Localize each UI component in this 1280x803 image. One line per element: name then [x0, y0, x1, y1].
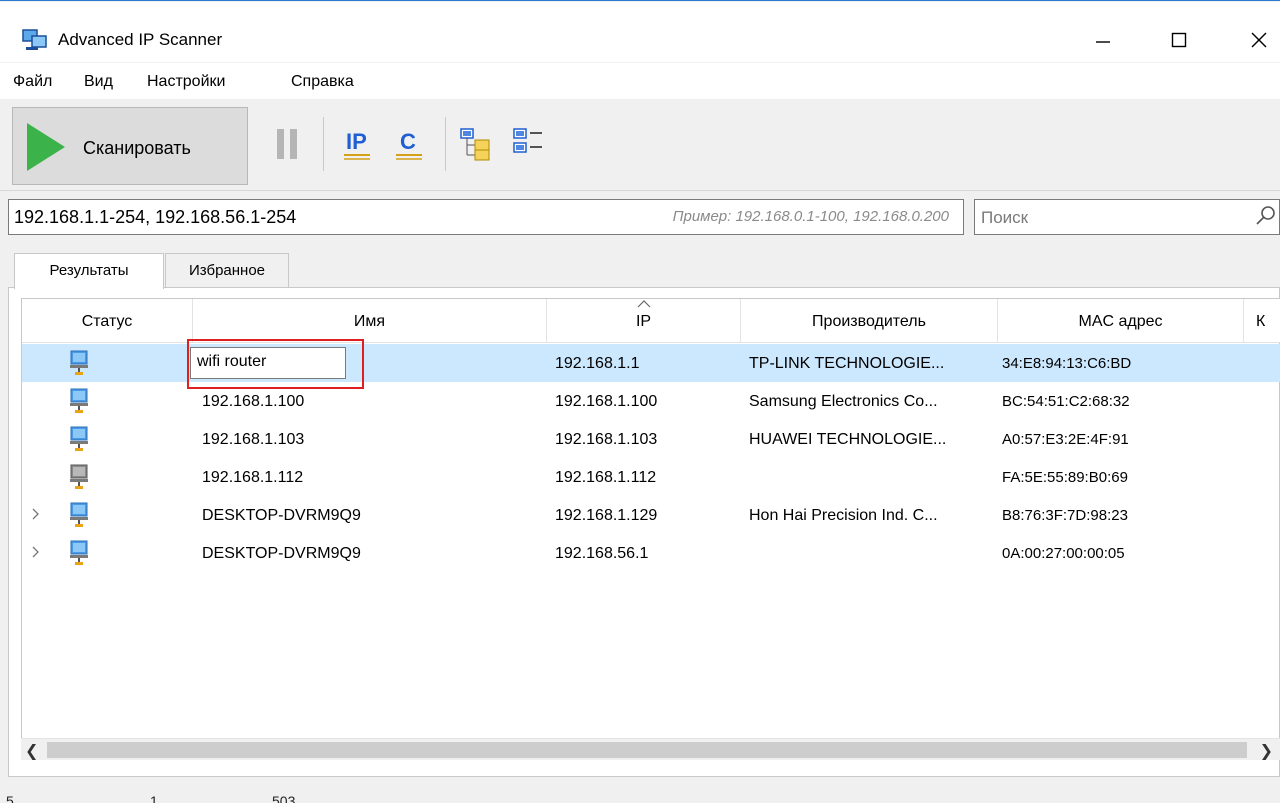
table-row[interactable]: wifi router 192.168.1.1 TP-LINK TECHNOLO…	[22, 344, 1280, 382]
ip-label: IP	[346, 129, 367, 154]
app-window: Advanced IP Scanner Файл Вид Настройки С…	[0, 0, 1280, 803]
status-bar: 5 1 503	[0, 789, 1280, 803]
ip-range-hint: Пример: 192.168.0.1-100, 192.168.0.200	[672, 208, 949, 225]
cell-name: 192.168.1.112	[202, 469, 304, 486]
host-online-icon	[70, 540, 88, 565]
name-edit-field[interactable]: wifi router	[190, 347, 346, 379]
table-row[interactable]: 192.168.1.100 192.168.1.100 Samsung Elec…	[22, 382, 1280, 420]
table-row[interactable]: 192.168.1.112 192.168.1.112 FA:5E:55:89:…	[22, 458, 1280, 496]
scroll-right-icon[interactable]: ❯	[1260, 741, 1273, 761]
cell-name: 192.168.1.103	[202, 431, 305, 448]
toolbar-separator	[323, 117, 324, 171]
c-scan-icon[interactable]: C	[394, 127, 424, 161]
host-online-icon	[70, 388, 88, 413]
cell-manufacturer: HUAWEI TECHNOLOGIE...	[749, 431, 947, 448]
menu-view[interactable]: Вид	[84, 73, 113, 91]
toolbar: Сканировать IP C	[0, 99, 1280, 191]
table-row[interactable]: 192.168.1.103 192.168.1.103 HUAWEI TECHN…	[22, 420, 1280, 458]
table-row[interactable]: DESKTOP-DVRM9Q9 192.168.56.1 0A:00:27:00…	[22, 534, 1280, 572]
menu-settings[interactable]: Настройки	[147, 73, 225, 91]
pause-icon[interactable]	[275, 127, 299, 161]
status-part-3: 503	[272, 793, 296, 803]
tab-results[interactable]: Результаты	[14, 253, 164, 289]
toolbar-separator	[445, 117, 446, 171]
cell-name: DESKTOP-DVRM9Q9	[202, 507, 361, 524]
search-input[interactable]: Поиск	[974, 199, 1280, 235]
cell-mac: A0:57:E3:2E:4F:91	[1002, 431, 1129, 448]
c-label: C	[400, 129, 416, 154]
cell-mac: FA:5E:55:89:B0:69	[1002, 469, 1128, 486]
search-icon[interactable]	[1255, 204, 1277, 230]
table-row[interactable]: DESKTOP-DVRM9Q9 192.168.1.129 Hon Hai Pr…	[22, 496, 1280, 534]
cell-ip: 192.168.1.103	[555, 431, 658, 448]
status-part-2: 1	[150, 793, 158, 803]
menu-bar: Файл Вид Настройки Справка	[0, 63, 1280, 99]
cell-mac: B8:76:3F:7D:98:23	[1002, 507, 1128, 524]
minimize-button[interactable]	[1080, 20, 1126, 60]
scan-button[interactable]: Сканировать	[12, 107, 248, 185]
cell-mac: 34:E8:94:13:C6:BD	[1002, 355, 1132, 372]
window-title: Advanced IP Scanner	[58, 30, 223, 49]
cell-ip: 192.168.1.112	[555, 469, 657, 486]
host-online-icon	[70, 426, 88, 451]
menu-file[interactable]: Файл	[13, 73, 52, 91]
search-placeholder: Поиск	[981, 208, 1029, 227]
results-table: Статус Имя IP Производитель MAC адрес К …	[21, 298, 1280, 738]
host-offline-icon	[70, 464, 88, 489]
ip-range-input[interactable]: 192.168.1.1-254, 192.168.56.1-254 Пример…	[8, 199, 964, 235]
horizontal-scrollbar[interactable]: ❮ ❯	[21, 738, 1280, 760]
maximize-icon	[1171, 32, 1187, 48]
play-icon	[27, 123, 65, 171]
header-name[interactable]: Имя	[193, 299, 547, 343]
status-part-1: 5	[6, 793, 14, 803]
cell-ip: 192.168.1.1	[555, 355, 640, 372]
results-panel: Статус Имя IP Производитель MAC адрес К …	[8, 287, 1280, 777]
header-manufacturer[interactable]: Производитель	[741, 299, 998, 343]
close-button[interactable]	[1236, 20, 1280, 60]
scroll-left-icon[interactable]: ❮	[25, 741, 38, 761]
title-bar: Advanced IP Scanner	[0, 2, 1280, 62]
tab-favorites[interactable]: Избранное	[165, 253, 289, 287]
app-logo-icon	[22, 29, 47, 50]
cell-mac: 0A:00:27:00:00:05	[1002, 545, 1125, 562]
scrollbar-thumb[interactable]	[47, 742, 1247, 758]
cell-manufacturer: TP-LINK TECHNOLOGIE...	[749, 355, 945, 372]
cell-mac: BC:54:51:C2:68:32	[1002, 393, 1130, 410]
host-online-icon	[70, 350, 88, 375]
ip-scan-icon[interactable]: IP	[342, 127, 372, 161]
ip-range-value: 192.168.1.1-254, 192.168.56.1-254	[14, 207, 297, 227]
header-ip[interactable]: IP	[547, 299, 741, 343]
minimize-icon	[1096, 41, 1110, 43]
cell-ip: 192.168.1.129	[555, 507, 658, 524]
cell-manufacturer: Samsung Electronics Co...	[749, 393, 938, 410]
chevron-right-icon[interactable]	[30, 506, 42, 522]
menu-help[interactable]: Справка	[291, 73, 354, 91]
maximize-button[interactable]	[1156, 20, 1202, 60]
close-icon	[1251, 32, 1267, 48]
cell-ip: 192.168.56.1	[555, 545, 649, 562]
sort-ascending-icon	[637, 300, 650, 308]
header-status[interactable]: Статус	[22, 299, 193, 343]
expand-all-icon[interactable]	[459, 127, 493, 161]
header-ip-label: IP	[635, 313, 652, 330]
header-extra[interactable]: К	[1244, 299, 1280, 343]
header-mac[interactable]: MAC адрес	[998, 299, 1244, 343]
chevron-right-icon[interactable]	[30, 544, 42, 560]
cell-manufacturer: Hon Hai Precision Ind. C...	[749, 507, 938, 524]
cell-ip: 192.168.1.100	[555, 393, 658, 410]
collapse-all-icon[interactable]	[512, 127, 546, 161]
cell-name: 192.168.1.100	[202, 393, 305, 410]
host-online-icon	[70, 502, 88, 527]
cell-name: DESKTOP-DVRM9Q9	[202, 545, 361, 562]
scan-button-label: Сканировать	[83, 138, 191, 158]
